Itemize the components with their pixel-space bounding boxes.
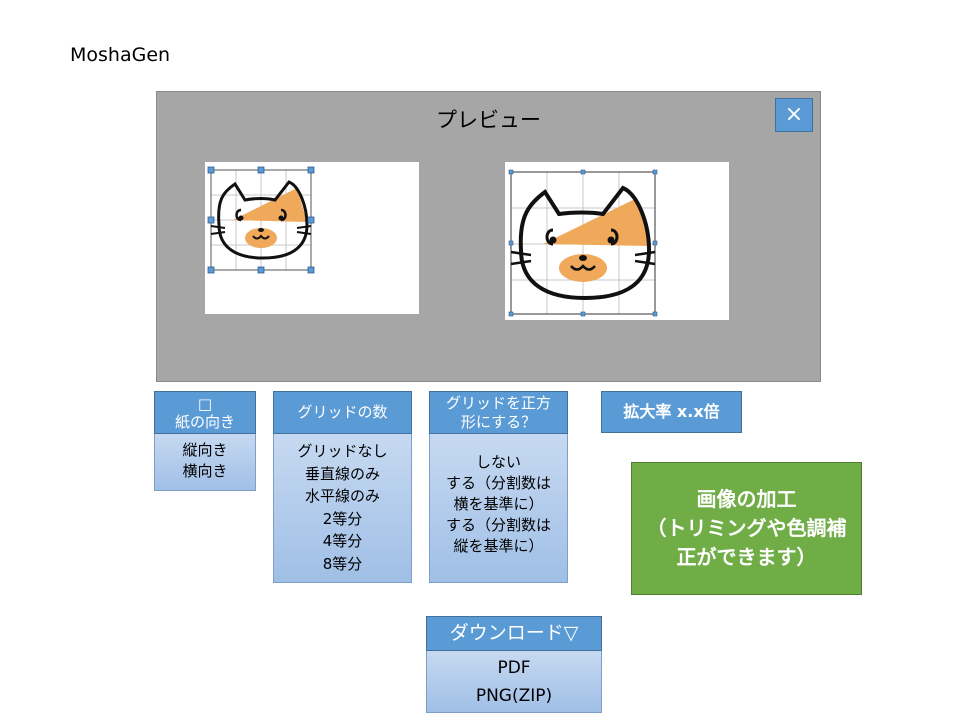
preview-panel: プレビュー ×: [156, 91, 821, 382]
image-edit-line3: 正ができます）: [676, 545, 817, 569]
image-edit-button[interactable]: 画像の加工 （トリミングや色調補 正ができます）: [631, 462, 862, 595]
download-header[interactable]: ダウンロード▽: [426, 616, 602, 651]
option-square-off[interactable]: しない: [430, 452, 567, 473]
close-button[interactable]: ×: [775, 98, 813, 132]
option-square-by-height-line1: する（分割数は: [445, 516, 551, 534]
option-vertical-only[interactable]: 垂直線のみ: [274, 463, 411, 486]
preview-canvas-right: [505, 162, 729, 320]
download-pdf[interactable]: PDF: [427, 654, 601, 682]
grid-count-options: グリッドなし 垂直線のみ 水平線のみ 2等分 4等分 8等分: [273, 434, 412, 583]
image-edit-line2: （トリミングや色調補: [646, 516, 847, 540]
download-options: PDF PNG(ZIP): [426, 651, 602, 713]
option-square-by-width[interactable]: する（分割数は 横を基準に）: [430, 473, 567, 515]
paper-orientation-label: 紙の向き: [174, 413, 235, 431]
grid-square-label-line1: グリッドを正方: [445, 394, 551, 412]
cat-image-small[interactable]: [205, 162, 419, 314]
paper-orientation-header[interactable]: □ 紙の向き: [154, 391, 256, 434]
option-horizontal-only[interactable]: 水平線のみ: [274, 485, 411, 508]
grid-square-header[interactable]: グリッドを正方 形にする？: [429, 391, 568, 434]
preview-title: プレビュー: [436, 108, 541, 132]
zoom-ratio-button[interactable]: 拡大率 x.x倍: [601, 391, 742, 433]
option-portrait[interactable]: 縦向き: [155, 440, 255, 461]
option-split-2[interactable]: 2等分: [274, 508, 411, 531]
image-edit-line1: 画像の加工: [696, 487, 797, 511]
option-no-grid[interactable]: グリッドなし: [274, 440, 411, 463]
option-landscape[interactable]: 横向き: [155, 461, 255, 482]
option-square-by-height[interactable]: する（分割数は 縦を基準に）: [430, 515, 567, 557]
checkbox-icon[interactable]: □: [155, 395, 255, 413]
preview-canvas-left: [205, 162, 419, 314]
download-png-zip[interactable]: PNG(ZIP): [427, 682, 601, 710]
grid-count-header[interactable]: グリッドの数: [273, 391, 412, 434]
app-title: MoshaGen: [70, 44, 171, 66]
option-square-by-width-line2: 横を基準に）: [453, 495, 544, 513]
option-split-8[interactable]: 8等分: [274, 553, 411, 576]
grid-square-options: しない する（分割数は 横を基準に） する（分割数は 縦を基準に）: [429, 434, 568, 583]
option-square-by-width-line1: する（分割数は: [445, 474, 551, 492]
option-split-4[interactable]: 4等分: [274, 530, 411, 553]
option-square-off-label: しない: [475, 453, 521, 471]
grid-square-label-line2: 形にする？: [460, 413, 537, 431]
cat-image-large[interactable]: [505, 162, 729, 320]
close-icon: ×: [784, 102, 804, 127]
option-square-by-height-line2: 縦を基準に）: [453, 537, 544, 555]
paper-orientation-options: 縦向き 横向き: [154, 434, 256, 491]
